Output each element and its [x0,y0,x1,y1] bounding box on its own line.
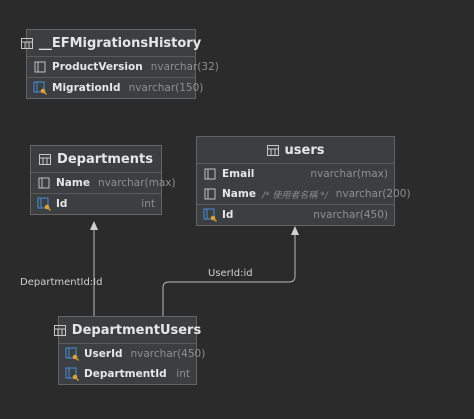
table-title: Departments [57,151,153,167]
column-type: nvarchar(max) [310,168,388,180]
column-type: int [176,368,190,380]
column-name: UserId [84,348,123,360]
primary-key-icon [65,367,79,381]
column-name: Name [222,188,256,200]
column-icon [33,60,47,74]
column-name: Name [56,177,90,189]
column-type: nvarchar(32) [150,61,219,73]
column-row-id[interactable]: Id nvarchar(450) [197,204,394,225]
table-header: __EFMigrationsHistory [20,30,201,57]
column-name: ProductVersion [52,61,143,73]
table-header: users [197,137,394,164]
table-icon [53,324,66,336]
relation-label-userid: UserId:id [208,268,253,279]
column-row-migrationid[interactable]: MigrationId nvarchar(150) [27,77,203,98]
table-title: users [284,142,325,158]
column-icon [203,167,217,181]
table-header: DepartmentUsers [53,317,201,344]
table-users[interactable]: users Email nvarchar(max) Name /* 使用者名稱 … [196,136,411,226]
column-icon [37,176,51,190]
table-icon [39,153,52,165]
column-comment: /* 使用者名稱 */ [261,190,328,201]
column-name: Id [56,198,68,210]
diagram-canvas: DepartmentId:Id UserId:id __EFMigrations… [0,0,474,419]
table-header: Departments [31,146,161,173]
table-efmigrationshistory[interactable]: __EFMigrationsHistory ProductVersion nva… [20,29,219,99]
relation-departmentusers-departments[interactable] [90,221,98,317]
table-title: __EFMigrationsHistory [38,35,202,51]
table-title: DepartmentUsers [71,322,202,338]
table-departmentusers[interactable]: DepartmentUsers UserId nvarchar(450) Dep… [53,316,205,385]
column-row-departmentid[interactable]: DepartmentId int [59,364,196,384]
column-name: MigrationId [52,82,121,94]
column-type: nvarchar(450) [130,348,206,360]
relation-label-departmentid: DepartmentId:Id [20,277,103,288]
column-row-name[interactable]: Name /* 使用者名稱 */ nvarchar(200) [197,184,411,204]
primary-key-icon [33,81,47,95]
column-type: nvarchar(200) [335,188,411,200]
column-type: nvarchar(450) [313,209,388,221]
table-icon [266,144,279,156]
arrowhead-icon [90,221,98,230]
primary-key-icon [65,347,79,361]
primary-key-icon [37,197,51,211]
column-row-userid[interactable]: UserId nvarchar(450) [59,344,205,364]
column-type: nvarchar(150) [128,82,204,94]
primary-key-icon [203,208,217,222]
arrowhead-icon [291,226,299,235]
table-icon [20,37,33,49]
column-name: Id [222,209,234,221]
column-row-email[interactable]: Email nvarchar(max) [197,164,394,184]
column-name: DepartmentId [84,368,167,380]
column-row-productversion[interactable]: ProductVersion nvarchar(32) [27,57,219,77]
column-row-name[interactable]: Name nvarchar(max) [31,173,176,193]
column-type: int [141,198,155,210]
column-name: Email [222,168,255,180]
column-icon [203,187,217,201]
column-type: nvarchar(max) [97,177,176,189]
column-row-id[interactable]: Id int [31,193,161,214]
table-departments[interactable]: Departments Name nvarchar(max) Id int [30,145,176,215]
